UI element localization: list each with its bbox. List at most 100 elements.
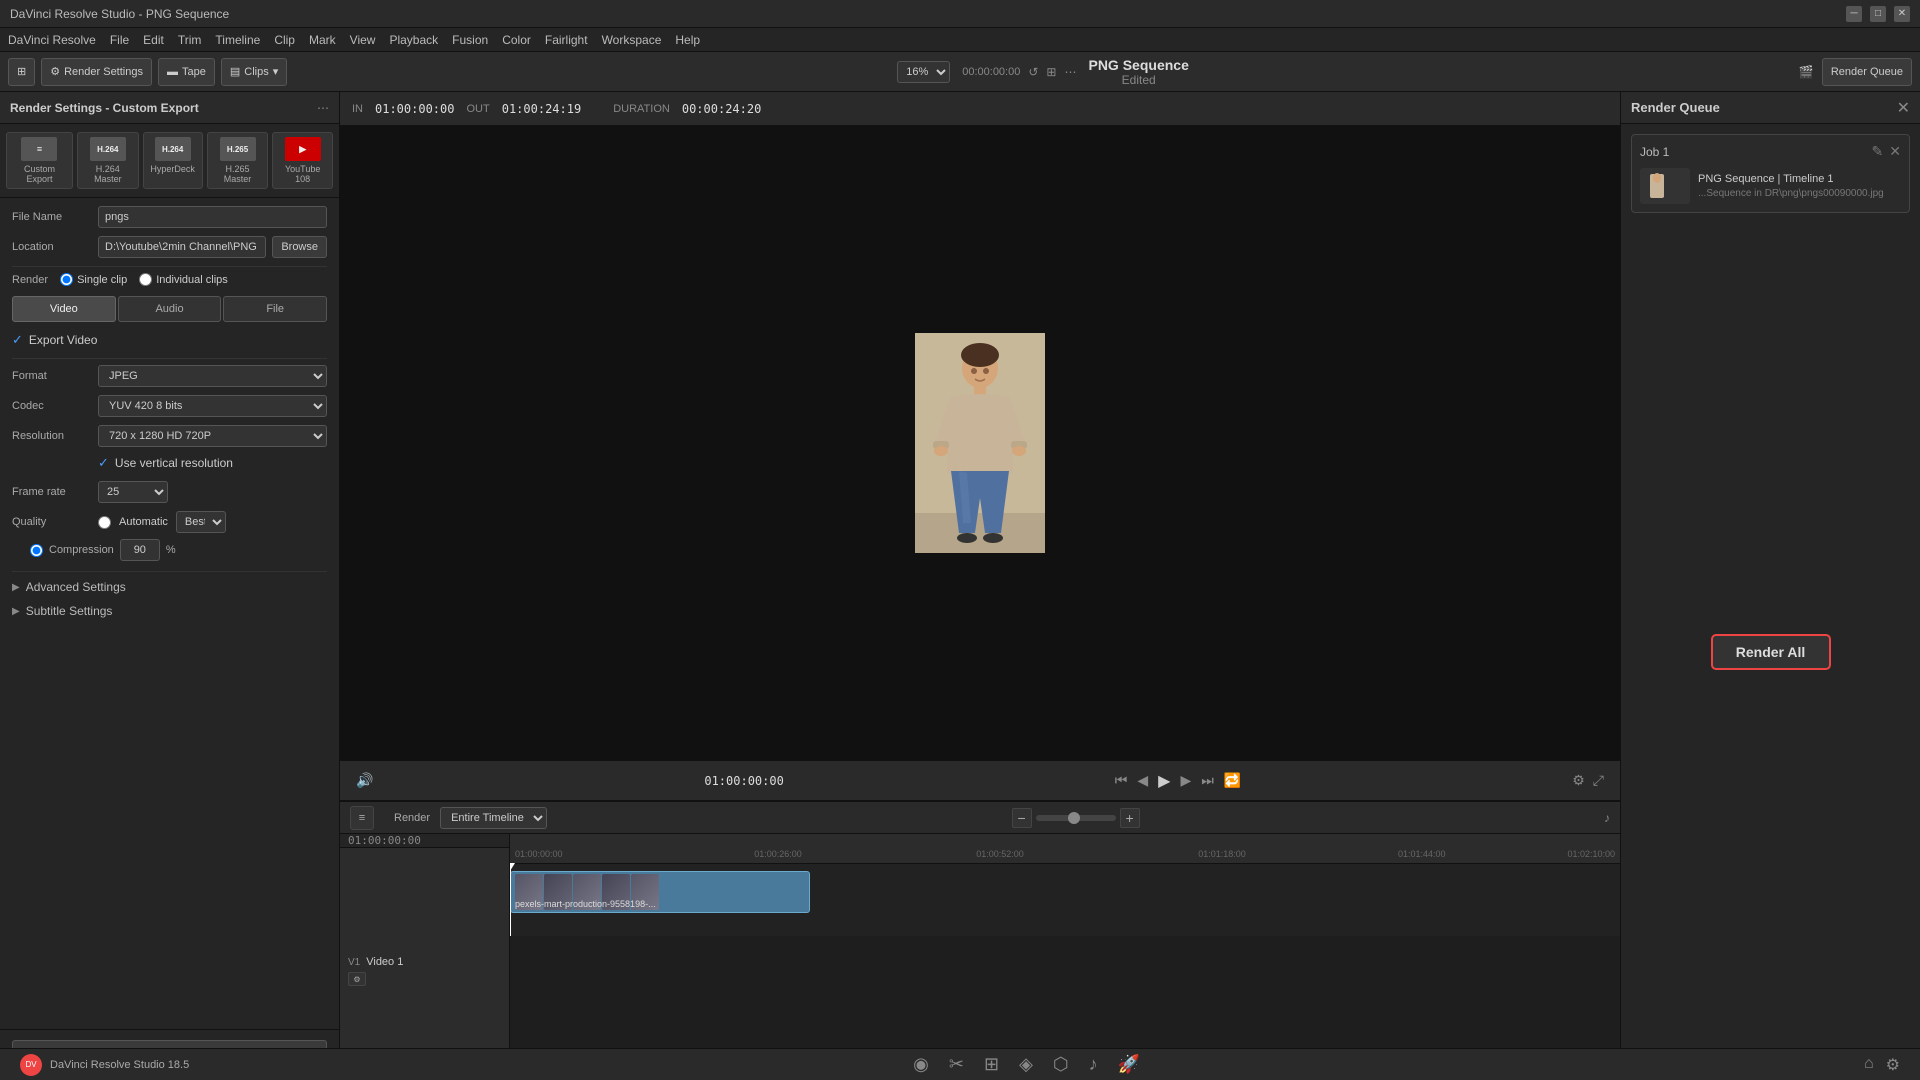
refresh-icon[interactable]: ↺ xyxy=(1028,65,1038,79)
clips-button[interactable]: ▤ Clips ▾ xyxy=(221,58,287,86)
resolution-row: Resolution 720 x 1280 HD 720P xyxy=(12,425,327,447)
zoom-select[interactable]: 16% xyxy=(897,61,950,83)
go-to-start-button[interactable]: ⏮ xyxy=(1115,772,1128,789)
render-all-button[interactable]: Render All xyxy=(1711,634,1831,670)
individual-clips-option[interactable]: Individual clips xyxy=(139,273,228,286)
menu-edit[interactable]: Edit xyxy=(143,33,164,47)
job-close-button[interactable]: ✕ xyxy=(1889,143,1901,160)
fairlight-tool-icon[interactable]: ♪ xyxy=(1089,1054,1098,1075)
quality-auto-option[interactable]: Automatic Best xyxy=(98,511,226,533)
menu-trim[interactable]: Trim xyxy=(178,33,202,47)
minimize-button[interactable]: ─ xyxy=(1846,6,1862,22)
zoom-in-button[interactable]: + xyxy=(1120,808,1140,828)
frame-rate-select[interactable]: 25 xyxy=(98,481,168,503)
v1-content[interactable]: pexels-mart-production-9558198-... xyxy=(510,864,1620,936)
individual-clips-radio[interactable] xyxy=(139,273,152,286)
tab-file[interactable]: File xyxy=(223,296,327,322)
menu-fusion[interactable]: Fusion xyxy=(452,33,488,47)
browse-button[interactable]: Browse xyxy=(272,236,327,258)
quality-auto-radio[interactable] xyxy=(98,516,111,529)
filename-input[interactable] xyxy=(98,206,327,228)
more-options-icon[interactable]: ⋯ xyxy=(1064,65,1076,79)
timeline-ruler[interactable]: 01:00:00:00 01:00:26:00 01:00:52:00 01:0… xyxy=(510,834,1620,864)
tab-video[interactable]: Video xyxy=(12,296,116,322)
menu-view[interactable]: View xyxy=(350,33,376,47)
compression-input[interactable] xyxy=(120,539,160,561)
step-forward-button[interactable]: ▶ xyxy=(1180,772,1191,789)
play-pause-button[interactable]: ▶ xyxy=(1158,771,1170,791)
go-to-end-button[interactable]: ⏭ xyxy=(1201,772,1214,789)
edit-tool-icon[interactable]: ⊞ xyxy=(984,1054,999,1075)
fusion-tool-icon[interactable]: ◈ xyxy=(1019,1054,1033,1075)
render-label: Render xyxy=(394,812,430,824)
quality-best-select[interactable]: Best xyxy=(176,511,226,533)
v1-settings-button[interactable]: ⚙ xyxy=(348,972,366,986)
preset-h264[interactable]: H.264 H.264 Master xyxy=(77,132,139,189)
job-edit-button[interactable]: ✎ xyxy=(1872,143,1884,160)
subtitle-settings-toggle[interactable]: ▶ Subtitle Settings xyxy=(12,602,327,620)
window-controls[interactable]: ─ □ ✕ xyxy=(1846,6,1910,22)
menu-fairlight[interactable]: Fairlight xyxy=(545,33,588,47)
tape-label: Tape xyxy=(182,66,206,78)
format-select[interactable]: JPEG xyxy=(98,365,327,387)
render-queue-button[interactable]: Render Queue xyxy=(1822,58,1912,86)
render-queue-title: Render Queue xyxy=(1631,100,1720,115)
use-vertical-label[interactable]: Use vertical resolution xyxy=(115,456,233,470)
app-name-label: DaVinci Resolve Studio 18.5 xyxy=(50,1059,189,1071)
step-back-button[interactable]: ◀ xyxy=(1137,772,1148,789)
timecode-display: 00:00:00:00 xyxy=(962,66,1020,78)
deliver-tool-icon[interactable]: 🚀 xyxy=(1118,1054,1140,1075)
layout-icon[interactable]: ⊞ xyxy=(1046,65,1056,79)
media-tool-icon[interactable]: ◉ xyxy=(913,1054,929,1075)
single-clip-radio[interactable] xyxy=(60,273,73,286)
close-button[interactable]: ✕ xyxy=(1894,6,1910,22)
settings-gear-icon[interactable]: ⚙ xyxy=(1886,1055,1900,1075)
export-video-label[interactable]: Export Video xyxy=(29,333,98,347)
tab-audio[interactable]: Audio xyxy=(118,296,222,322)
menu-timeline[interactable]: Timeline xyxy=(215,33,260,47)
menu-playback[interactable]: Playback xyxy=(389,33,438,47)
cut-tool-icon[interactable]: ✂ xyxy=(949,1054,964,1075)
settings-button[interactable]: ⚙ xyxy=(1572,772,1585,789)
title-bar: DaVinci Resolve Studio - PNG Sequence ─ … xyxy=(0,0,1920,28)
codec-select[interactable]: YUV 420 8 bits xyxy=(98,395,327,417)
render-range-select[interactable]: Entire Timeline xyxy=(440,807,547,829)
frame-rate-label: Frame rate xyxy=(12,486,92,498)
a1-content[interactable] xyxy=(510,936,1620,1008)
zoom-slider[interactable] xyxy=(1036,815,1116,821)
tape-button[interactable]: ▬ Tape xyxy=(158,58,215,86)
menu-davinci[interactable]: DaVinci Resolve xyxy=(8,33,96,47)
menu-workspace[interactable]: Workspace xyxy=(602,33,662,47)
menu-file[interactable]: File xyxy=(110,33,129,47)
workspace-toolbar: DV DaVinci Resolve Studio 18.5 ◉ ✂ ⊞ ◈ ⬡… xyxy=(0,1048,1920,1080)
preset-custom[interactable]: ≡ Custom Export xyxy=(6,132,73,189)
preset-h265[interactable]: H.265 H.265 Master xyxy=(207,132,269,189)
fullscreen-button[interactable]: ⤢ xyxy=(1593,772,1604,789)
quality-compression-radio[interactable] xyxy=(30,544,43,557)
menu-clip[interactable]: Clip xyxy=(274,33,295,47)
menu-mark[interactable]: Mark xyxy=(309,33,336,47)
video-clip[interactable]: pexels-mart-production-9558198-... xyxy=(510,871,810,913)
panel-header: Render Settings - Custom Export ⋯ xyxy=(0,92,339,124)
advanced-settings-toggle[interactable]: ▶ Advanced Settings xyxy=(12,578,327,596)
media-pool-button[interactable]: ⊞ xyxy=(8,58,35,86)
timeline-tool-button[interactable]: ≡ xyxy=(350,806,374,830)
preset-hyperdeck[interactable]: H.264 HyperDeck xyxy=(143,132,203,189)
zoom-out-button[interactable]: − xyxy=(1012,808,1032,828)
loop-button[interactable]: 🔁 xyxy=(1224,772,1241,789)
location-input[interactable] xyxy=(98,236,266,258)
single-clip-option[interactable]: Single clip xyxy=(60,273,127,286)
render-queue-close-button[interactable]: ✕ xyxy=(1897,98,1910,118)
menu-color[interactable]: Color xyxy=(502,33,531,47)
color-tool-icon[interactable]: ⬡ xyxy=(1053,1054,1069,1075)
volume-icon[interactable]: 🔊 xyxy=(356,772,373,789)
resolution-select[interactable]: 720 x 1280 HD 720P xyxy=(98,425,327,447)
audio-icon[interactable]: ♪ xyxy=(1604,811,1610,825)
maximize-button[interactable]: □ xyxy=(1870,6,1886,22)
menu-help[interactable]: Help xyxy=(675,33,700,47)
location-row: Location Browse xyxy=(12,236,327,258)
render-settings-button[interactable]: ⚙ Render Settings xyxy=(41,58,152,86)
preset-youtube[interactable]: ▶ YouTube 108 xyxy=(272,132,333,189)
panel-options-icon[interactable]: ⋯ xyxy=(317,101,329,115)
home-icon[interactable]: ⌂ xyxy=(1864,1055,1874,1075)
